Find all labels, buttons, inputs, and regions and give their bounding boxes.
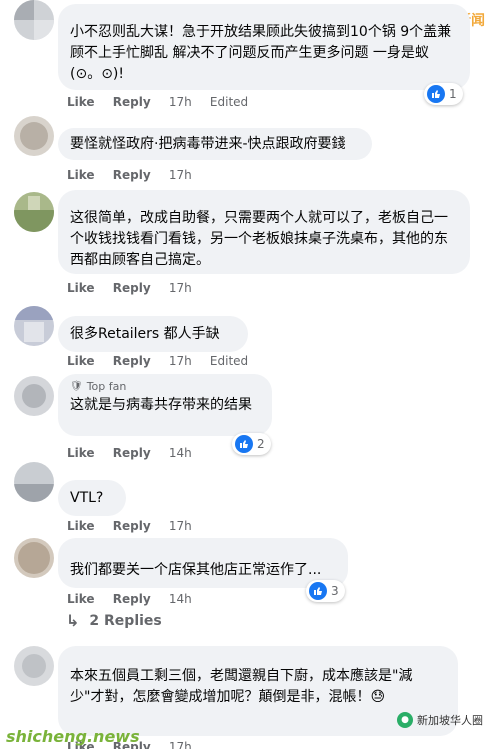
comment-actions: Like Reply 14h	[67, 446, 206, 460]
timestamp[interactable]: 17h	[169, 281, 192, 295]
top-fan-badge: 🛡 Top fan	[70, 380, 127, 393]
reply-button[interactable]: Reply	[113, 281, 151, 295]
like-button[interactable]: Like	[67, 519, 95, 533]
comment-text: 本來五個員工剩三個，老闆還親自下廚，成本應該是"減少"才對，怎麼會變成增加呢？顛…	[70, 668, 413, 705]
comment-actions: Like Reply 17h Edited	[67, 95, 262, 109]
reply-button[interactable]: Reply	[113, 592, 151, 606]
comment-bubble: 要怪就怪政府·把病毒带进来-快点跟政府要錢	[58, 128, 372, 160]
wechat-icon: ●	[397, 712, 413, 728]
watermark-bottom-right: ● 新加坡华人圈	[397, 712, 483, 728]
like-icon	[235, 435, 253, 453]
avatar[interactable]	[14, 462, 54, 502]
sweat-emoji: 😓	[370, 689, 386, 705]
comment-text: 要怪就怪政府·把病毒带进来-快点跟政府要錢	[70, 136, 346, 152]
like-button[interactable]: Like	[67, 592, 95, 606]
top-fan-icon: 🛡	[70, 381, 83, 392]
reply-button[interactable]: Reply	[113, 168, 151, 182]
reply-arrow-icon: ↳	[66, 611, 80, 630]
like-button[interactable]: Like	[67, 446, 95, 460]
reply-button[interactable]: Reply	[113, 446, 151, 460]
watermark-bottom-left: shicheng.news	[6, 727, 140, 746]
avatar[interactable]	[14, 538, 54, 578]
reply-button[interactable]: Reply	[113, 519, 151, 533]
avatar[interactable]	[14, 0, 54, 40]
avatar[interactable]	[14, 306, 54, 346]
like-button[interactable]: Like	[67, 354, 95, 368]
timestamp[interactable]: 14h	[169, 446, 192, 460]
comment-actions: Like Reply 17h	[67, 168, 206, 182]
avatar[interactable]	[14, 376, 54, 416]
comment-text: 我们都要关一个店保其他店正常运作了...	[70, 562, 322, 578]
edited-label: Edited	[209, 95, 249, 109]
comment-text: VTL?	[70, 490, 104, 506]
edited-label: Edited	[209, 354, 249, 368]
comment-actions: Like Reply 14h	[67, 592, 206, 606]
like-button[interactable]: Like	[67, 281, 95, 295]
avatar[interactable]	[14, 116, 54, 156]
comment-bubble: 🛡 Top fan 这就是与病毒共存带来的结果	[58, 374, 272, 436]
comment-bubble: 很多Retailers 都人手缺	[58, 316, 248, 352]
view-replies-link[interactable]: ↳ 2 Replies	[66, 611, 162, 630]
comment-text: 这很简单，改成自助餐，只需要两个人就可以了，老板自己一个收钱找钱看门看钱，另一个…	[70, 210, 448, 268]
timestamp[interactable]: 17h	[169, 354, 192, 368]
reaction-count[interactable]: 2	[232, 433, 271, 455]
comment-bubble: 我们都要关一个店保其他店正常运作了...	[58, 538, 348, 588]
timestamp[interactable]: 17h	[169, 95, 192, 109]
avatar[interactable]	[14, 646, 54, 686]
comment-text: 这就是与病毒共存带来的结果	[70, 397, 252, 413]
like-icon	[427, 85, 445, 103]
reply-button[interactable]: Reply	[113, 95, 151, 109]
reaction-count[interactable]: 3	[306, 580, 345, 602]
timestamp[interactable]: 17h	[169, 519, 192, 533]
timestamp[interactable]: 17h	[169, 740, 192, 749]
timestamp[interactable]: 17h	[169, 168, 192, 182]
comment-bubble: VTL?	[58, 480, 126, 516]
like-icon	[309, 582, 327, 600]
timestamp[interactable]: 14h	[169, 592, 192, 606]
comment-text: 很多Retailers 都人手缺	[70, 326, 220, 342]
comment-actions: Like Reply 17h	[67, 519, 206, 533]
reaction-count[interactable]: 1	[424, 83, 463, 105]
comment-actions: Like Reply 17h Edited	[67, 354, 262, 368]
like-button[interactable]: Like	[67, 168, 95, 182]
reply-button[interactable]: Reply	[113, 354, 151, 368]
comment-text: 小不忍则乱大谋！急于开放结果顾此失彼搞到10个锅 9个盖兼顾不上手忙脚乱 解决不…	[70, 24, 452, 82]
comment-bubble: 这很简单，改成自助餐，只需要两个人就可以了，老板自己一个收钱找钱看门看钱，另一个…	[58, 190, 470, 274]
avatar[interactable]	[14, 192, 54, 232]
like-button[interactable]: Like	[67, 95, 95, 109]
comment-bubble: 小不忍则乱大谋！急于开放结果顾此失彼搞到10个锅 9个盖兼顾不上手忙脚乱 解决不…	[58, 4, 470, 90]
comment-actions: Like Reply 17h	[67, 281, 206, 295]
